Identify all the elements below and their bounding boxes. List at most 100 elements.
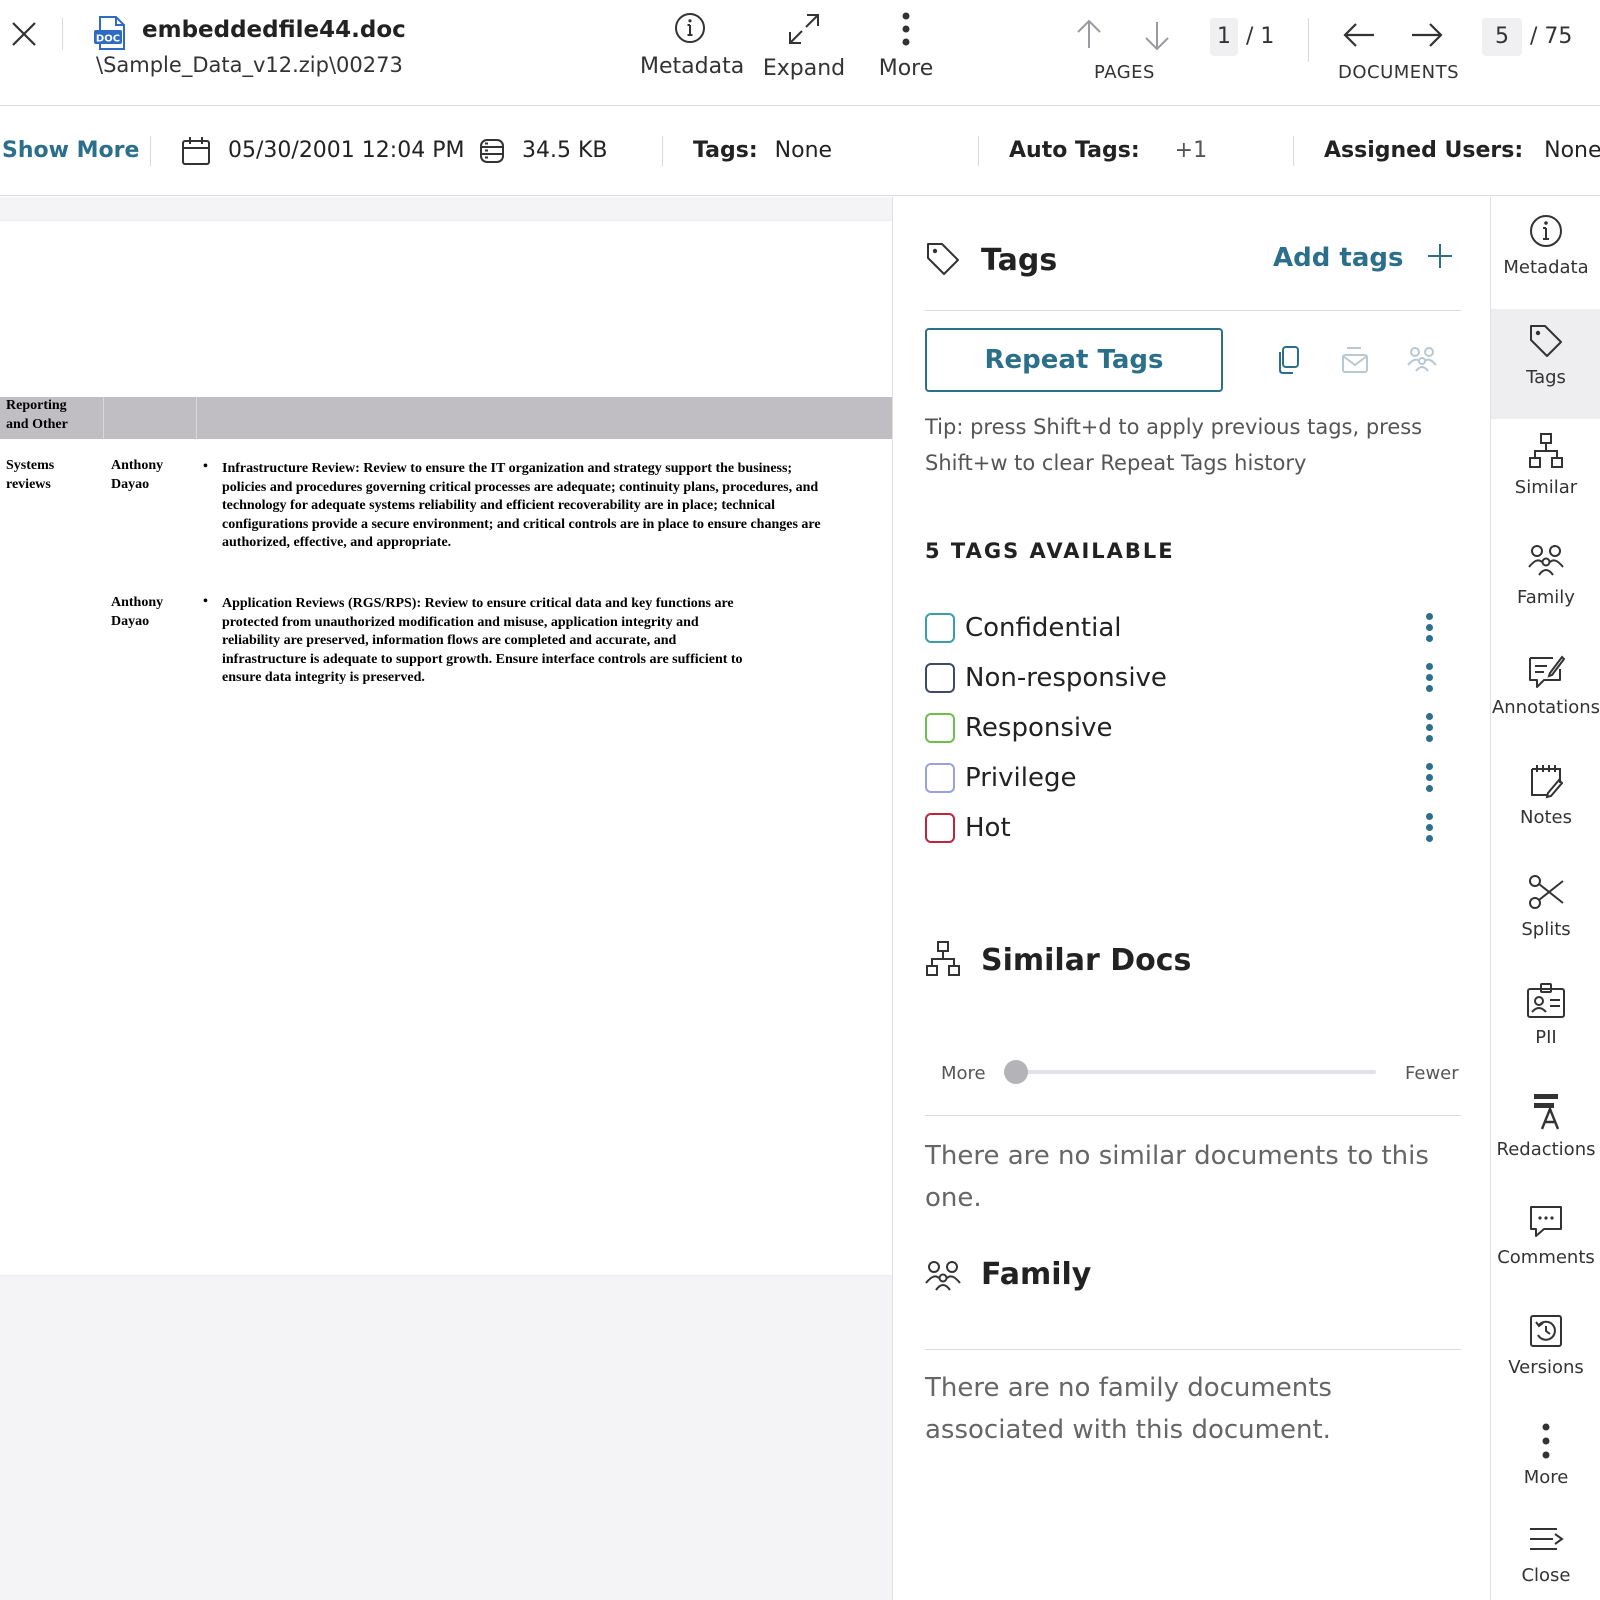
- tags-summary-label: Tags:: [693, 138, 758, 163]
- row1-line: configurations provide a secure environm…: [222, 516, 821, 532]
- row1-owner-line: Anthony: [111, 458, 164, 473]
- row2-line: reliability are preserved, information f…: [222, 633, 677, 648]
- add-tags-button[interactable]: Add tags: [1273, 243, 1453, 273]
- tag-checkbox[interactable]: [925, 763, 955, 793]
- rail-item-comments[interactable]: Comments: [1491, 1189, 1600, 1299]
- page-down-arrow-icon[interactable]: [1142, 20, 1172, 52]
- tag-label: Hot: [965, 813, 1011, 843]
- tags-panel: Tags Add tags Repeat Tags Tip: press Shi…: [892, 197, 1490, 1600]
- tag-options-kebab-icon[interactable]: [1419, 661, 1439, 695]
- more-button[interactable]: More: [866, 12, 946, 81]
- rail-item-tags[interactable]: Tags: [1491, 309, 1600, 419]
- next-document-arrow-icon[interactable]: [1410, 20, 1444, 50]
- similar-docs-title: Similar Docs: [981, 943, 1192, 978]
- file-name: embeddedfile44.doc: [142, 17, 406, 43]
- row1-line: Infrastructure Review: Review to ensure …: [222, 461, 793, 476]
- auto-tags-value[interactable]: +1: [1175, 138, 1207, 163]
- rail-label: Notes: [1520, 807, 1572, 828]
- family-empty-message: There are no family documents associated…: [925, 1373, 1332, 1445]
- row1-line: policies and procedures governing critic…: [222, 479, 819, 495]
- rail-item-notes[interactable]: Notes: [1491, 749, 1600, 859]
- band-label: Reporting and Other: [6, 397, 68, 434]
- scissors-icon: [1529, 875, 1564, 909]
- rail-item-pii[interactable]: PII: [1491, 969, 1600, 1079]
- rail-item-redactions[interactable]: Redactions: [1491, 1079, 1600, 1189]
- copy-icon[interactable]: [1275, 345, 1301, 375]
- repeat-tags-button[interactable]: Repeat Tags: [925, 328, 1223, 392]
- similar-docs-empty-message: There are no similar documents to this o…: [925, 1141, 1429, 1213]
- row1-owner-line: Dayao: [111, 476, 150, 492]
- rail-label: Family: [1517, 587, 1575, 608]
- metadata-button[interactable]: Metadata: [640, 12, 744, 79]
- row1-bullet: •: [203, 459, 208, 474]
- page-up-arrow-icon[interactable]: [1074, 18, 1104, 50]
- tag-options-kebab-icon[interactable]: [1419, 811, 1439, 845]
- tag-options-kebab-icon[interactable]: [1419, 611, 1439, 645]
- rail-item-metadata[interactable]: Metadata: [1491, 199, 1600, 309]
- file-path: \Sample_Data_v12.zip\00273: [96, 53, 403, 77]
- tag-checkbox[interactable]: [925, 813, 955, 843]
- tag-item-responsive[interactable]: Responsive: [925, 711, 1455, 747]
- family-section-icon: [925, 1261, 961, 1291]
- rail-label: Metadata: [1503, 257, 1589, 278]
- close-icon[interactable]: [8, 18, 40, 50]
- rail-label: More: [1523, 1467, 1569, 1488]
- row2-owner: Anthony Dayao: [111, 594, 163, 631]
- expand-label: Expand: [762, 56, 846, 81]
- rail-item-more[interactable]: More: [1491, 1409, 1600, 1519]
- rail-item-annotations[interactable]: Annotations: [1491, 639, 1600, 749]
- row1-line: authorized, effective, and appropriate.: [222, 535, 452, 550]
- rail-label: Similar: [1514, 477, 1578, 498]
- tag-item-confidential[interactable]: Confidential: [925, 611, 1455, 647]
- side-rail: Metadata Tags Similar Family Annotations…: [1490, 197, 1600, 1600]
- tag-checkbox[interactable]: [925, 613, 955, 643]
- rail-label: Comments: [1497, 1247, 1595, 1268]
- tag-checkbox[interactable]: [925, 713, 955, 743]
- auto-tags-label: Auto Tags:: [1009, 138, 1140, 163]
- kebab-icon: [1542, 1423, 1550, 1459]
- assigned-users-value: None: [1544, 138, 1600, 163]
- previous-document-arrow-icon[interactable]: [1342, 20, 1376, 50]
- show-more-link[interactable]: Show More: [2, 138, 139, 164]
- slider-more-label: More: [941, 1063, 986, 1084]
- tag-label: Confidential: [965, 613, 1122, 643]
- row1-category-line: reviews: [6, 476, 51, 492]
- tag-item-hot[interactable]: Hot: [925, 811, 1455, 847]
- similarity-slider-thumb[interactable]: [1004, 1060, 1028, 1084]
- info-icon: [1530, 215, 1562, 247]
- document-size: 34.5 KB: [522, 138, 608, 163]
- history-icon: [1530, 1315, 1562, 1347]
- family-icon[interactable]: [1407, 345, 1437, 373]
- tag-label: Non-responsive: [965, 663, 1167, 693]
- tag-checkbox[interactable]: [925, 663, 955, 693]
- id-card-icon: [1527, 983, 1565, 1018]
- rail-label: Redactions: [1496, 1139, 1596, 1160]
- similar-docs-icon: [926, 941, 960, 976]
- tags-title: Tags: [981, 243, 1058, 278]
- divider: [925, 1115, 1461, 1116]
- tag-options-kebab-icon[interactable]: [1419, 711, 1439, 745]
- doc-badge: DOC: [96, 34, 120, 45]
- rail-item-similar[interactable]: Similar: [1491, 419, 1600, 529]
- expand-button[interactable]: Expand: [756, 12, 852, 81]
- row1-category-line: Systems: [6, 458, 55, 473]
- annotations-icon: [1529, 655, 1565, 688]
- divider: [978, 136, 979, 166]
- email-icon[interactable]: [1339, 345, 1369, 375]
- rail-item-versions[interactable]: Versions: [1491, 1299, 1600, 1409]
- band-label-line: and Other: [6, 416, 68, 432]
- document-current[interactable]: 5: [1482, 18, 1522, 56]
- rail-item-splits[interactable]: Splits: [1491, 859, 1600, 969]
- tag-item-privilege[interactable]: Privilege: [925, 761, 1455, 797]
- row2-line: ensure data integrity is preserved.: [222, 670, 425, 685]
- similarity-slider-track[interactable]: [1008, 1070, 1376, 1074]
- row1-category: Systems reviews: [6, 457, 54, 494]
- rail-item-close[interactable]: Close: [1491, 1509, 1600, 1600]
- row2-owner-line: Dayao: [111, 613, 150, 629]
- tag-options-kebab-icon[interactable]: [1419, 761, 1439, 795]
- rail-item-family[interactable]: Family: [1491, 529, 1600, 639]
- rail-label: Versions: [1508, 1357, 1584, 1378]
- more-label: More: [878, 56, 934, 81]
- page-current[interactable]: 1: [1210, 18, 1238, 56]
- tag-item-non-responsive[interactable]: Non-responsive: [925, 661, 1455, 697]
